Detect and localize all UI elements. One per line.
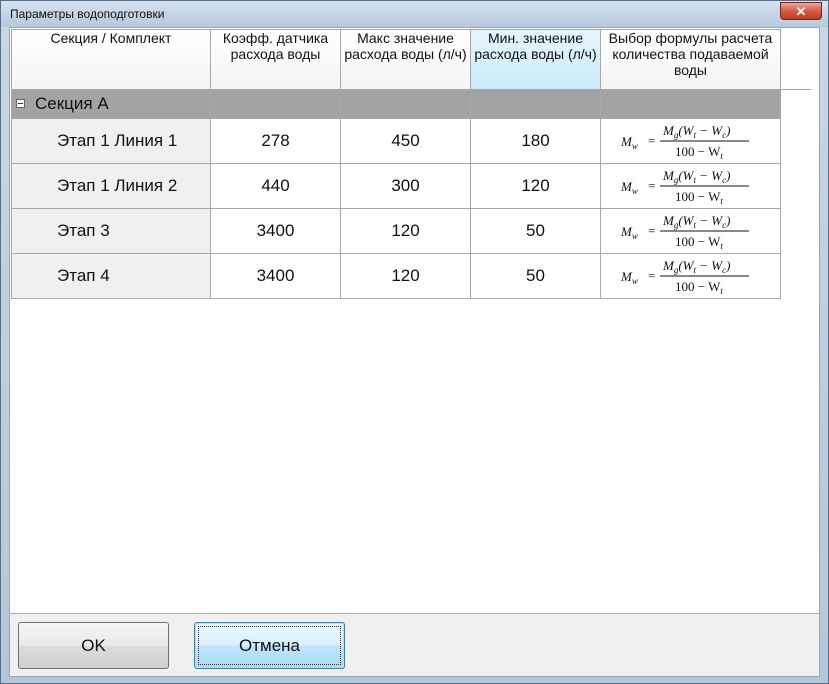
formula-cell[interactable]: Mw = Mg(Wt − Wc) 100 − Wt [600, 253, 781, 299]
window-title: Параметры водоподготовки [10, 7, 165, 21]
max-flow-cell[interactable]: 300 [340, 163, 471, 209]
svg-text:=: = [648, 178, 655, 193]
coefficient-cell[interactable]: 3400 [210, 253, 341, 299]
svg-text:=: = [648, 268, 655, 283]
formula-image: Mw = Mg(Wt − Wc) 100 − Wt [620, 258, 749, 296]
group-cell-empty [470, 89, 601, 119]
table-row[interactable]: Этап 1 Линия 2 440 300 120 Mw = Mg(Wt − … [11, 163, 811, 209]
group-cell-empty [210, 89, 341, 119]
table-row[interactable]: Этап 1 Линия 1 278 450 180 Mw = Mg(Wt − … [11, 118, 811, 164]
close-icon: ✕ [795, 4, 807, 19]
group-cell-empty [340, 89, 471, 119]
group-cell[interactable]: Секция А [11, 89, 211, 119]
ok-button[interactable]: OK [18, 622, 169, 669]
max-flow-cell[interactable]: 450 [340, 118, 471, 164]
group-label: Секция А [35, 94, 109, 113]
svg-text:100 − Wt: 100 − Wt [675, 234, 723, 251]
row-name-cell[interactable]: Этап 3 [11, 208, 211, 254]
row-name-cell[interactable]: Этап 4 [11, 253, 211, 299]
parameters-table: Секция / Комплект Коэфф. датчика расхода… [11, 29, 811, 299]
formula-cell[interactable]: Mw = Mg(Wt − Wc) 100 − Wt [600, 118, 781, 164]
cancel-button[interactable]: Отмена [194, 622, 345, 669]
title-bar[interactable]: Параметры водоподготовки ✕ [1, 1, 828, 27]
min-flow-cell[interactable]: 50 [470, 208, 601, 254]
svg-text:=: = [648, 223, 655, 238]
focus-rectangle [198, 626, 341, 665]
svg-text:100 − Wt: 100 − Wt [675, 279, 723, 296]
dialog-client-area: Секция / Комплект Коэфф. датчика расхода… [9, 27, 820, 677]
header-row: Секция / Комплект Коэфф. датчика расхода… [11, 29, 811, 90]
column-header-formula[interactable]: Выбор формулы расчета количества подавае… [600, 29, 781, 90]
svg-text:Mg(Wt − Wc): Mg(Wt − Wc) [662, 123, 730, 140]
svg-text:Mw: Mw [620, 179, 638, 196]
column-header-max-flow[interactable]: Макс значение расхода воды (л/ч) [340, 29, 471, 90]
formula-cell[interactable]: Mw = Mg(Wt − Wc) 100 − Wt [600, 163, 781, 209]
max-flow-cell[interactable]: 120 [340, 208, 471, 254]
table-row[interactable]: Этап 4 3400 120 50 Mw = Mg(Wt − Wc) 100 … [11, 253, 811, 299]
close-button[interactable]: ✕ [780, 2, 822, 20]
svg-text:Mg(Wt − Wc): Mg(Wt − Wc) [662, 258, 730, 275]
coefficient-cell[interactable]: 3400 [210, 208, 341, 254]
svg-text:Mw: Mw [620, 269, 638, 286]
svg-text:=: = [648, 133, 655, 148]
min-flow-cell[interactable]: 120 [470, 163, 601, 209]
parameters-grid[interactable]: Секция / Комплект Коэфф. датчика расхода… [10, 28, 819, 614]
svg-text:Mw: Mw [620, 224, 638, 241]
coefficient-cell[interactable]: 278 [210, 118, 341, 164]
min-flow-cell[interactable]: 180 [470, 118, 601, 164]
column-header-coefficient[interactable]: Коэфф. датчика расхода воды [210, 29, 341, 90]
formula-image: Mw = Mg(Wt − Wc) 100 − Wt [620, 168, 749, 206]
formula-image: Mw = Mg(Wt − Wc) 100 − Wt [620, 213, 749, 251]
column-header-min-flow[interactable]: Мин. значение расхода воды (л/ч) [470, 29, 601, 90]
svg-text:100 − Wt: 100 − Wt [675, 144, 723, 161]
svg-text:Mg(Wt − Wc): Mg(Wt − Wc) [662, 213, 730, 230]
row-name-cell[interactable]: Этап 1 Линия 2 [11, 163, 211, 209]
collapse-icon[interactable] [16, 99, 25, 108]
min-flow-cell[interactable]: 50 [470, 253, 601, 299]
header-filler [780, 29, 811, 90]
row-name-cell[interactable]: Этап 1 Линия 1 [11, 118, 211, 164]
column-header-section[interactable]: Секция / Комплект [11, 29, 211, 90]
group-row-section-a[interactable]: Секция А [11, 89, 811, 119]
svg-text:100 − Wt: 100 − Wt [675, 189, 723, 206]
group-cell-empty [600, 89, 781, 119]
formula-cell[interactable]: Mw = Mg(Wt − Wc) 100 − Wt [600, 208, 781, 254]
table-row[interactable]: Этап 3 3400 120 50 Mw = Mg(Wt − Wc) 100 … [11, 208, 811, 254]
formula-image: Mw = Mg(Wt − Wc) 100 − Wt [620, 123, 749, 161]
max-flow-cell[interactable]: 120 [340, 253, 471, 299]
svg-text:Mg(Wt − Wc): Mg(Wt − Wc) [662, 168, 730, 185]
svg-text:Mw: Mw [620, 134, 638, 151]
dialog-window: Параметры водоподготовки ✕ Секция / Комп… [0, 0, 829, 684]
coefficient-cell[interactable]: 440 [210, 163, 341, 209]
